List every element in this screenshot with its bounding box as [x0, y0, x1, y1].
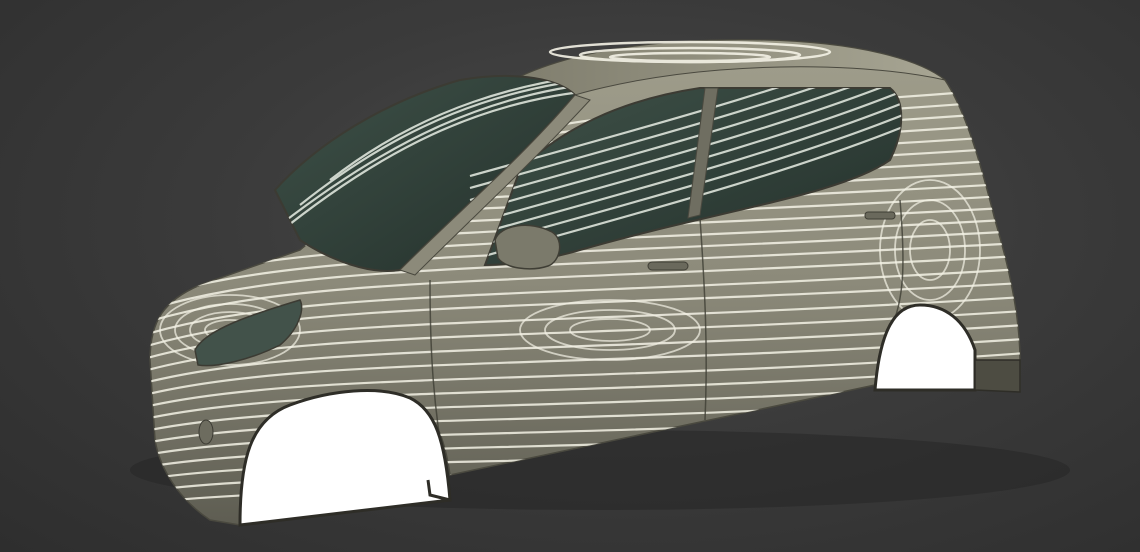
render-viewport — [0, 0, 1140, 552]
fog-light-icon — [198, 419, 214, 445]
front-door-handle — [647, 261, 689, 271]
rear-bumper-edge — [974, 359, 1021, 393]
side-mirror-icon — [494, 224, 561, 270]
car-render — [130, 39, 1070, 527]
rear-door-handle — [864, 211, 896, 220]
